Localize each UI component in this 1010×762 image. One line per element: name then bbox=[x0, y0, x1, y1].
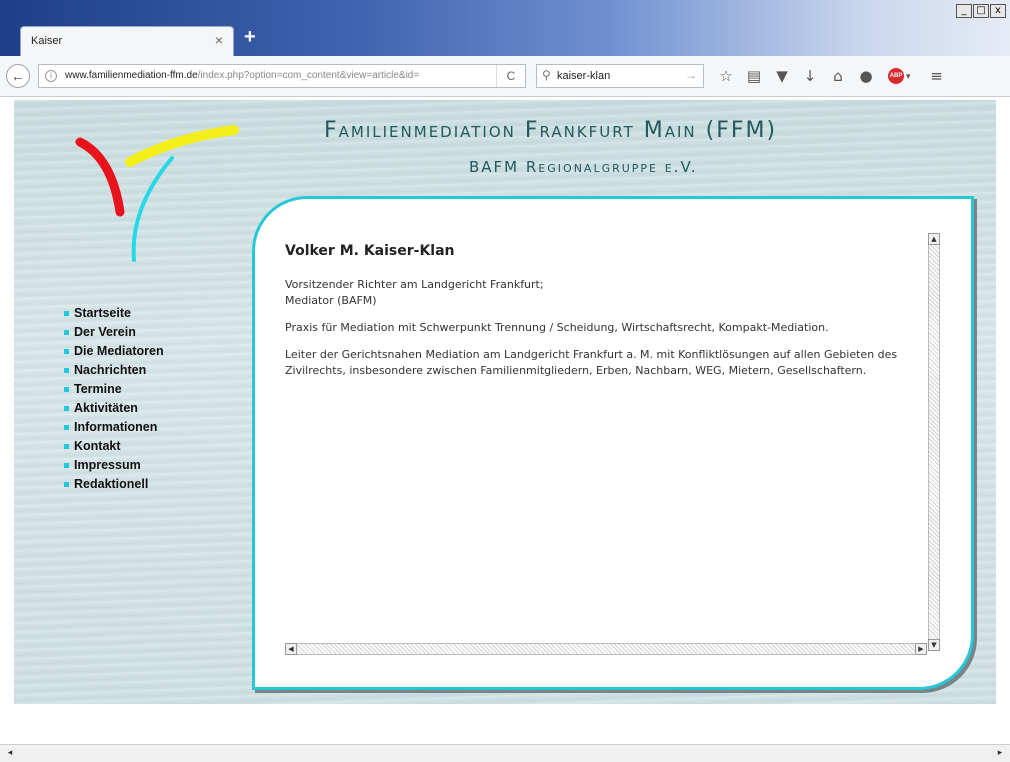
nav-item-der-verein[interactable]: Der Verein bbox=[64, 325, 164, 344]
nav-item-nachrichten[interactable]: Nachrichten bbox=[64, 363, 164, 382]
browser-titlebar: Kaiser × + _ □ x bbox=[0, 0, 1010, 56]
scroll-down-icon[interactable]: ▼ bbox=[928, 639, 940, 651]
site-logo bbox=[75, 125, 239, 262]
scroll-left-icon[interactable]: ◀ bbox=[285, 643, 297, 655]
nav-label: Nachrichten bbox=[74, 363, 147, 377]
nav-label: Informationen bbox=[74, 420, 158, 434]
bullet-icon bbox=[64, 349, 69, 355]
back-arrow-icon[interactable]: ← bbox=[6, 64, 30, 88]
chat-icon[interactable]: ● bbox=[856, 66, 876, 86]
bullet-icon bbox=[64, 387, 69, 393]
nav-item-kontakt[interactable]: Kontakt bbox=[64, 439, 164, 458]
browser-tab[interactable]: Kaiser × bbox=[20, 26, 234, 56]
nav-item-termine[interactable]: Termine bbox=[64, 382, 164, 401]
sidebar-nav: Startseite Der Verein Die Mediatoren Nac… bbox=[64, 306, 164, 496]
logo-yellow-stroke bbox=[125, 125, 239, 167]
tab-title: Kaiser bbox=[31, 35, 63, 47]
minimize-button[interactable]: _ bbox=[956, 4, 972, 18]
window-scroll-right-icon[interactable]: ▸ bbox=[994, 747, 1006, 759]
content-horizontal-scrollbar[interactable]: ◀ ▶ bbox=[285, 643, 927, 655]
url-path: /index.php?option=com_content&view=artic… bbox=[197, 70, 420, 81]
bullet-icon bbox=[64, 463, 69, 469]
chevron-down-icon[interactable]: ▾ bbox=[906, 71, 911, 82]
article-paragraph: Praxis für Mediation mit Schwerpunkt Tre… bbox=[285, 321, 829, 334]
maximize-button[interactable]: □ bbox=[973, 4, 989, 18]
info-icon[interactable]: i bbox=[45, 70, 57, 82]
article-qualification: Mediator (BAFM) bbox=[285, 294, 377, 307]
go-arrow-icon[interactable]: → bbox=[685, 68, 697, 82]
nav-label: Der Verein bbox=[74, 325, 136, 339]
url-bar[interactable]: i www.familienmediation-ffm.de/index.php… bbox=[38, 64, 526, 88]
nav-item-impressum[interactable]: Impressum bbox=[64, 458, 164, 477]
page-background: Familienmediation Frankfurt Main (FFM) B… bbox=[14, 100, 996, 704]
browser-navbar: ← i www.familienmediation-ffm.de/index.p… bbox=[0, 56, 1010, 97]
bullet-icon bbox=[64, 330, 69, 336]
scroll-up-icon[interactable]: ▲ bbox=[928, 233, 940, 245]
logo-red-stroke bbox=[75, 137, 125, 217]
bullet-icon bbox=[64, 406, 69, 412]
logo-cyan-stroke bbox=[131, 156, 174, 262]
nav-label: Startseite bbox=[74, 306, 131, 320]
reading-list-icon[interactable]: ▤ bbox=[744, 66, 764, 86]
nav-label: Die Mediatoren bbox=[74, 344, 164, 358]
bullet-icon bbox=[64, 444, 69, 450]
nav-item-redaktionell[interactable]: Redaktionell bbox=[64, 477, 164, 496]
site-title: Familienmediation Frankfurt Main (FFM) bbox=[324, 118, 778, 143]
bullet-icon bbox=[64, 482, 69, 488]
search-input[interactable]: ⚲ kaiser-klan → bbox=[536, 64, 704, 88]
article-paragraph: Leiter der Gerichtsnahen Mediation am La… bbox=[285, 348, 898, 377]
nav-label: Kontakt bbox=[74, 439, 121, 453]
home-icon[interactable]: ⌂ bbox=[828, 66, 848, 86]
nav-item-informationen[interactable]: Informationen bbox=[64, 420, 164, 439]
close-tab-icon[interactable]: × bbox=[215, 32, 223, 48]
window-controls: _ □ x bbox=[956, 4, 1006, 18]
article-title: Volker M. Kaiser-Klan bbox=[285, 243, 455, 259]
article-role: Vorsitzender Richter am Landgericht Fran… bbox=[285, 278, 544, 291]
download-icon[interactable]: ↓ bbox=[800, 66, 820, 86]
menu-icon[interactable]: ≡ bbox=[927, 66, 947, 86]
nav-label: Termine bbox=[74, 382, 122, 396]
nav-item-die-mediatoren[interactable]: Die Mediatoren bbox=[64, 344, 164, 363]
bullet-icon bbox=[64, 311, 69, 317]
search-value: kaiser-klan bbox=[557, 70, 611, 82]
close-window-button[interactable]: x bbox=[990, 4, 1006, 18]
adblock-plus-icon[interactable]: ABP bbox=[888, 68, 904, 84]
search-icon: ⚲ bbox=[542, 68, 551, 82]
article-paragraph: Vorsitzender Richter am Landgericht Fran… bbox=[285, 277, 925, 309]
scroll-right-icon[interactable]: ▶ bbox=[915, 643, 927, 655]
pocket-icon[interactable]: ▼ bbox=[772, 66, 792, 86]
nav-label: Impressum bbox=[74, 458, 141, 472]
window-horizontal-scrollbar[interactable]: ◂ ▸ bbox=[0, 744, 1010, 762]
toolbar-icons: ☆ ▤ ▼ ↓ ⌂ ● ABP ▾ ≡ bbox=[716, 66, 947, 86]
article: Volker M. Kaiser-Klan Vorsitzender Richt… bbox=[285, 243, 925, 390]
bookmark-star-icon[interactable]: ☆ bbox=[716, 66, 736, 86]
nav-label: Redaktionell bbox=[74, 477, 149, 491]
url-domain: www.familienmediation-ffm.de bbox=[65, 70, 198, 81]
nav-item-startseite[interactable]: Startseite bbox=[64, 306, 164, 325]
bullet-icon bbox=[64, 425, 69, 431]
nav-label: Aktivitäten bbox=[74, 401, 138, 415]
url-text[interactable]: www.familienmediation-ffm.de/index.php?o… bbox=[65, 70, 485, 81]
window-scroll-left-icon[interactable]: ◂ bbox=[4, 747, 16, 759]
content-vertical-scrollbar[interactable]: ▲ ▼ bbox=[928, 233, 940, 651]
new-tab-button[interactable]: + bbox=[244, 26, 256, 49]
content-panel: Volker M. Kaiser-Klan Vorsitzender Richt… bbox=[252, 196, 974, 690]
bullet-icon bbox=[64, 368, 69, 374]
reload-icon[interactable]: C bbox=[496, 65, 525, 87]
site-subtitle: BAFM Regionalgruppe e.V. bbox=[469, 158, 698, 176]
nav-item-aktivitaeten[interactable]: Aktivitäten bbox=[64, 401, 164, 420]
